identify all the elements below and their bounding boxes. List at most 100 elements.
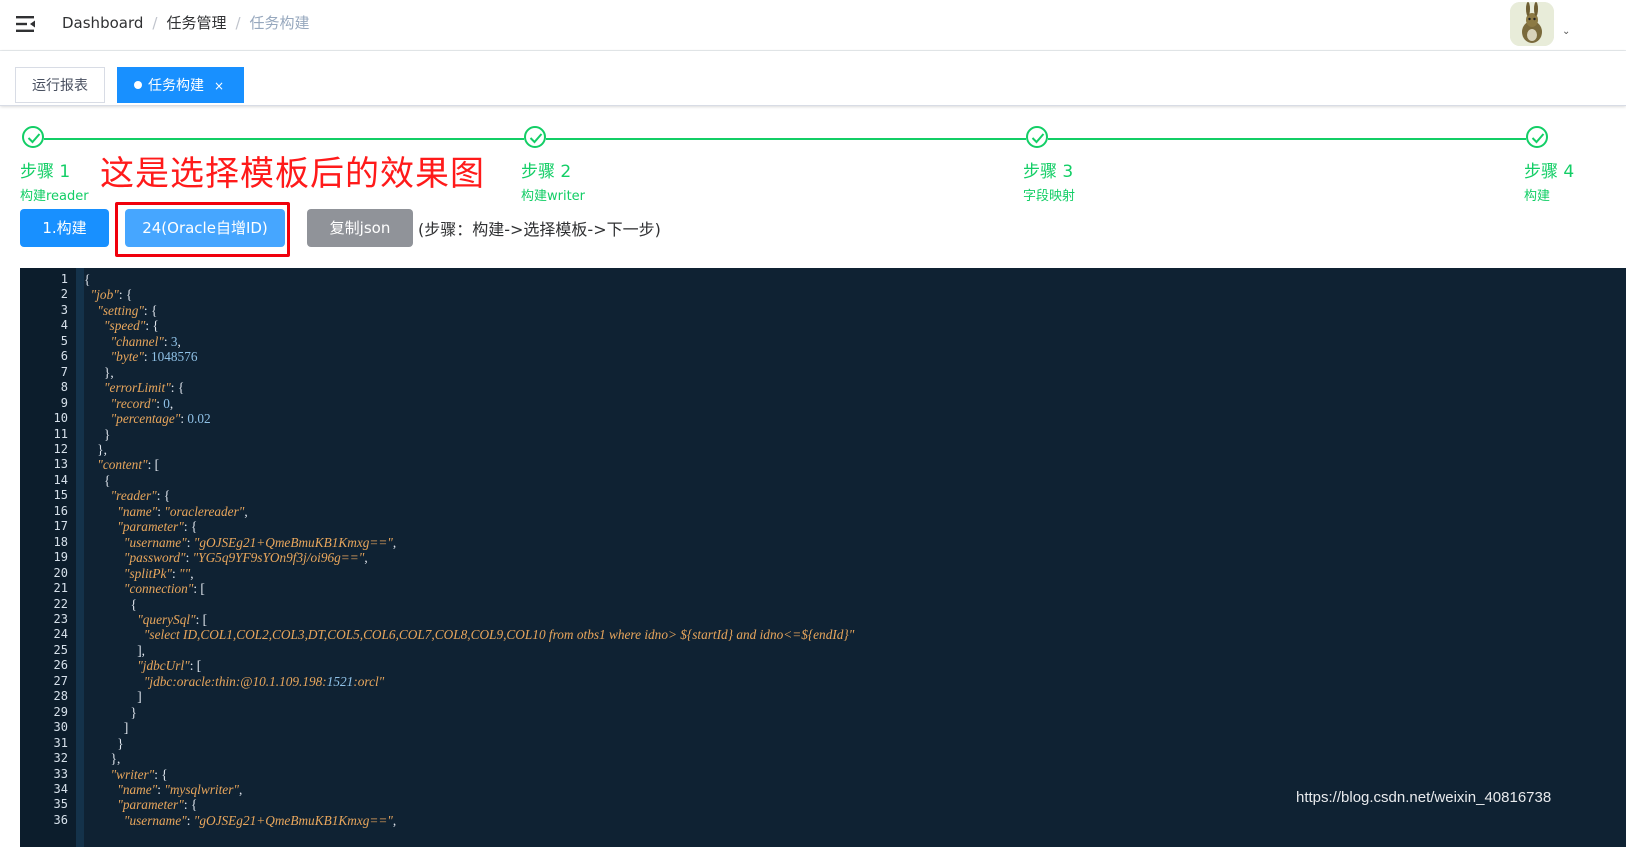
step-4-title: 步骤 4 [1524, 162, 1575, 182]
red-annotation-text: 这是选择模板后的效果图 [100, 154, 485, 194]
line-number: 21 [53, 581, 68, 596]
step-connector [546, 138, 1026, 140]
code-line: } [84, 735, 124, 751]
step-3-title: 步骤 3 [1023, 162, 1074, 182]
steps-hint-text: (步骤：构建->选择模板->下一步) [418, 220, 661, 239]
line-number: 19 [53, 550, 68, 565]
line-number: 24 [53, 627, 68, 642]
line-number: 27 [53, 673, 68, 688]
line-number: 29 [53, 704, 68, 719]
hamburger-fold-icon[interactable] [15, 13, 37, 35]
line-number: 22 [53, 596, 68, 611]
code-line: "querySql": [ [137, 611, 208, 627]
line-number: 10 [53, 411, 68, 426]
line-number: 4 [60, 318, 68, 333]
avatar-caret-icon[interactable]: ⌄ [1562, 26, 1570, 37]
user-avatar-rabbit [1510, 2, 1554, 46]
code-line: ] [84, 689, 142, 705]
step-2-check-icon [524, 126, 546, 148]
code-line: "select ID,COL1,COL2,COL3,DT,COL5,COL6,C… [143, 627, 855, 643]
line-number: 30 [53, 720, 68, 735]
code-line: "reader": { [110, 488, 171, 504]
step-3-description: 字段映射 [1023, 189, 1076, 204]
code-line: } [84, 704, 137, 720]
code-line: } [84, 426, 111, 442]
step-1-description: 构建reader [20, 189, 89, 204]
watermark-text: https://blog.csdn.net/weixin_40816738 [1296, 789, 1552, 806]
tag-label: 任务构建 [148, 78, 204, 94]
code-line: "job": { [90, 287, 133, 303]
line-number: 33 [53, 766, 68, 781]
step-2-description: 构建writer [521, 189, 586, 204]
json-code-editor[interactable]: 1 2 3 4 5 6 7 8 9 10 11 12 13 14 15 16 17 18 19 20 21 22 23 24 2… [20, 268, 1626, 847]
code-line: "speed": { [103, 318, 159, 334]
step-1-title: 步骤 1 [20, 162, 71, 182]
code-line: { [84, 272, 91, 287]
line-number: 23 [53, 611, 68, 626]
step-3-check-icon [1026, 126, 1048, 148]
line-number: 1 [60, 272, 68, 286]
breadcrumb-separator: / [235, 14, 241, 32]
line-number: 28 [53, 689, 68, 704]
line-number: 2 [60, 287, 68, 302]
code-line: "writer": { [110, 766, 168, 782]
code-line: "connection": [ [123, 581, 205, 597]
line-number: 7 [60, 364, 68, 379]
code-line: "setting": { [97, 302, 158, 318]
code-line: }, [84, 441, 108, 457]
breadcrumb: Dashboard / 任务管理 / 任务构建 [62, 13, 310, 33]
json-code-content[interactable]: { "job": { "setting": { "speed": { "chan… [84, 272, 854, 828]
code-line: "errorLimit": { [103, 380, 185, 396]
code-line: "byte": 1048576 [110, 349, 198, 365]
code-line: "name": "oraclereader", [117, 503, 248, 519]
code-line: "jdbcUrl": [ [137, 658, 202, 674]
tag-task-build[interactable]: 任务构建 × [117, 67, 244, 103]
step-1-check-icon [22, 126, 44, 148]
step-4-check-icon [1526, 126, 1548, 148]
code-line: { [84, 472, 111, 488]
tag-label: 运行报表 [32, 78, 88, 94]
code-line: }, [84, 751, 121, 767]
line-number: 17 [53, 519, 68, 534]
line-number: 35 [53, 797, 68, 812]
tag-run-report[interactable]: 运行报表 [15, 67, 105, 103]
line-number: 3 [60, 302, 68, 317]
code-line: }, [84, 364, 114, 380]
breadcrumb-item-dashboard[interactable]: Dashboard [62, 14, 143, 32]
close-icon[interactable]: × [214, 79, 224, 93]
code-line: ], [84, 642, 145, 658]
code-line: { [84, 596, 137, 612]
line-number: 36 [53, 812, 68, 827]
line-number: 12 [53, 441, 68, 456]
breadcrumb-separator: / [152, 14, 158, 32]
avatar[interactable] [1510, 2, 1554, 46]
code-line: "channel": 3, [110, 333, 181, 349]
code-line: "record": 0, [110, 395, 174, 411]
line-number: 34 [53, 781, 68, 796]
line-number: 32 [53, 751, 68, 766]
code-line: "parameter": { [117, 519, 198, 535]
build-button[interactable]: 1.构建 [20, 209, 109, 247]
navbar: Dashboard / 任务管理 / 任务构建 ⌄ [0, 0, 1626, 51]
code-line: "percentage": 0.02 [110, 411, 211, 427]
line-number: 13 [53, 457, 68, 472]
breadcrumb-item-task-build: 任务构建 [249, 14, 310, 32]
breadcrumb-item-task-management[interactable]: 任务管理 [166, 14, 226, 32]
line-number: 15 [53, 488, 68, 503]
line-number: 20 [53, 565, 68, 580]
line-number: 26 [53, 658, 68, 673]
code-line: "splitPk": "", [123, 565, 194, 581]
step-connector [1048, 138, 1526, 140]
line-number: 25 [53, 642, 68, 657]
line-number: 8 [60, 380, 68, 395]
copy-json-button[interactable]: 复制json [307, 209, 413, 247]
code-line: "name": "mysqlwriter", [117, 781, 243, 797]
line-number: 14 [53, 472, 68, 487]
line-number: 18 [53, 534, 68, 549]
line-number-gutter: 1 2 3 4 5 6 7 8 9 10 11 12 13 14 15 16 17 18 19 20 21 22 23 24 2… [20, 268, 76, 847]
code-line: "username": "gOJSEg21+QmeBmuKB1Kmxg==", [123, 534, 397, 550]
code-line: "parameter": { [117, 797, 198, 813]
step-connector [44, 138, 524, 140]
line-number: 6 [60, 349, 68, 364]
line-number: 11 [53, 426, 68, 441]
